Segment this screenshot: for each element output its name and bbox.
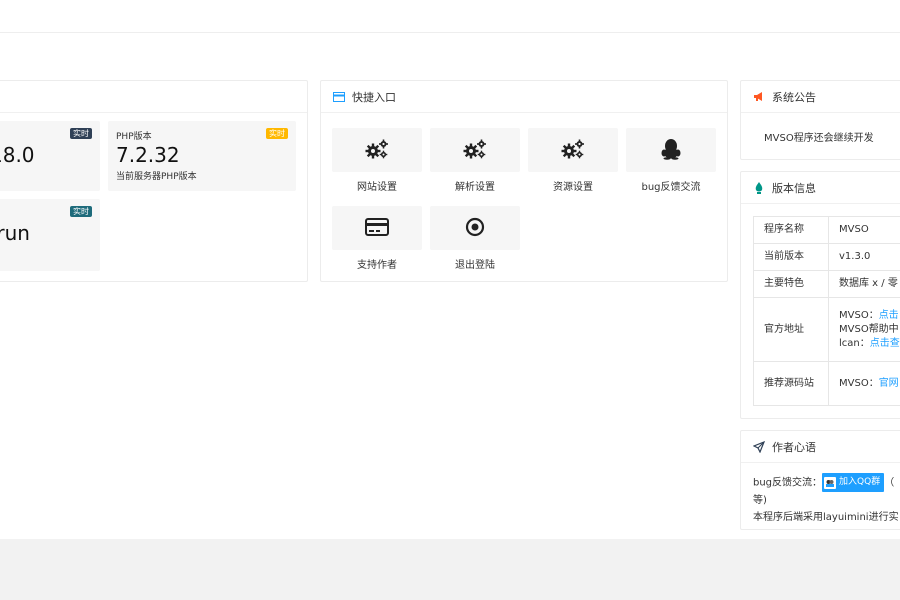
row-value: v1.3.0 [828,243,900,271]
table-row: 推荐源码站 MVSO：官网 [753,361,900,406]
row-value: MVSO：官网 [828,361,900,406]
lcan-prefix: lcan： [839,337,870,349]
help-center-text: MVSO帮助中 [839,323,899,335]
qq-penguin-icon [661,138,681,163]
megaphone-icon [753,91,765,103]
row-value: 数据库 x / 零 [828,270,900,298]
top-header-bar [0,0,900,33]
quick-entry-title: 快捷入口 [352,90,396,104]
quick-item-label: bug反馈交流 [641,182,701,193]
row-value: MVSO：点击 MVSO帮助中 lcan：点击查 [828,297,900,362]
quick-item-bug-feedback[interactable]: bug反馈交流 [626,128,716,193]
stat-value: .run [0,221,30,245]
quick-item-label: 支持作者 [357,260,397,271]
bug-feedback-text: bug反馈交流： [753,477,823,489]
stat-tile-1: 实时 18.0 [0,121,100,191]
author-title: 作者心语 [772,440,816,454]
credit-card-icon [365,217,389,239]
table-row: 当前版本 v1.3.0 [753,243,900,271]
quick-item-site-settings[interactable]: 网站设置 [332,128,422,193]
lcan-link[interactable]: 点击查 [870,338,900,349]
realtime-badge: 实时 [266,128,288,139]
notice-title: 系统公告 [772,90,816,104]
realtime-badge: 实时 [70,128,92,139]
quick-item-support-author[interactable]: 支持作者 [332,206,422,271]
stat-tile-php: 实时 PHP版本 7.2.32 当前服务器PHP版本 [108,121,296,191]
quick-item-logout[interactable]: 退出登陆 [430,206,520,271]
row-key: 主要特色 [753,270,829,298]
quick-item-parse-settings[interactable]: 解析设置 [430,128,520,193]
row-key: 程序名称 [753,216,829,244]
tab-bar [0,33,900,59]
join-qq-group-button[interactable]: 加入QQ群 [822,473,885,492]
version-info-card: 版本信息 程序名称 MVSO 当前版本 v1.3.0 主要特色 数据库 x / … [740,171,900,419]
version-table: 程序名称 MVSO 当前版本 v1.3.0 主要特色 数据库 x / 零 官方地… [753,216,900,406]
notice-text: MVSO程序还会继续开发 [764,133,874,144]
quick-item-label: 退出登陆 [455,260,495,271]
stat-tile-3: 实时 .run [0,199,100,271]
notice-header: 系统公告 [741,81,900,113]
quick-item-label: 网站设置 [357,182,397,193]
quick-item-label: 资源设置 [553,182,593,193]
avatar-icon [824,476,837,489]
row-key: 当前版本 [753,243,829,271]
quick-entry-header: 快捷入口 [321,81,727,113]
author-line-3: 本程序后端采用layuimini进行实 [753,512,899,523]
stat-value: 7.2.32 [116,143,180,167]
system-notice-card: 系统公告 MVSO程序还会继续开发 [740,80,900,160]
card-icon [333,91,345,103]
gears-icon [462,138,488,163]
quick-item-label: 解析设置 [455,182,495,193]
stats-card-header [0,81,307,113]
table-row: 主要特色 数据库 x / 零 [753,270,900,298]
author-header: 作者心语 [741,431,900,463]
author-line-2: 等) [753,495,767,506]
stat-value: 18.0 [0,143,35,167]
table-row: 官方地址 MVSO：点击 MVSO帮助中 lcan：点击查 [753,297,900,362]
version-header: 版本信息 [741,172,900,204]
official-site-link[interactable]: 点击 [879,310,899,321]
gears-icon [364,138,390,163]
quick-item-resource-settings[interactable]: 资源设置 [528,128,618,193]
version-title: 版本信息 [772,181,816,195]
stats-card: 实时 18.0 实时 PHP版本 7.2.32 当前服务器PHP版本 实时 .r… [0,80,308,282]
recommended-prefix: MVSO： [839,377,879,389]
quick-entry-card: 快捷入口 网站设置 解析设置 资源设置 bug反馈交流 支持作者 退出登陆 [320,80,728,282]
recommended-link[interactable]: 官网 [879,378,899,389]
official-site-prefix: MVSO： [839,309,879,321]
table-row: 程序名称 MVSO [753,216,900,244]
author-note-card: 作者心语 bug反馈交流： 加入QQ群（ 等) 本程序后端采用layuimini进… [740,430,900,530]
footer-area [0,539,900,600]
row-key: 推荐源码站 [753,361,829,406]
author-body: bug反馈交流： 加入QQ群（ 等) 本程序后端采用layuimini进行实 [753,473,899,526]
gears-icon [560,138,586,163]
paper-plane-icon [753,440,765,453]
stat-sub: 当前服务器PHP版本 [116,172,197,182]
pen-icon [753,181,765,194]
row-key: 官方地址 [753,297,829,362]
realtime-badge: 实时 [70,206,92,217]
dot-circle-icon [465,217,485,240]
qq-button-label: 加入QQ群 [839,477,881,487]
stat-label: PHP版本 [116,132,152,142]
bug-feedback-suffix: （ [884,477,895,489]
row-value: MVSO [828,216,900,244]
